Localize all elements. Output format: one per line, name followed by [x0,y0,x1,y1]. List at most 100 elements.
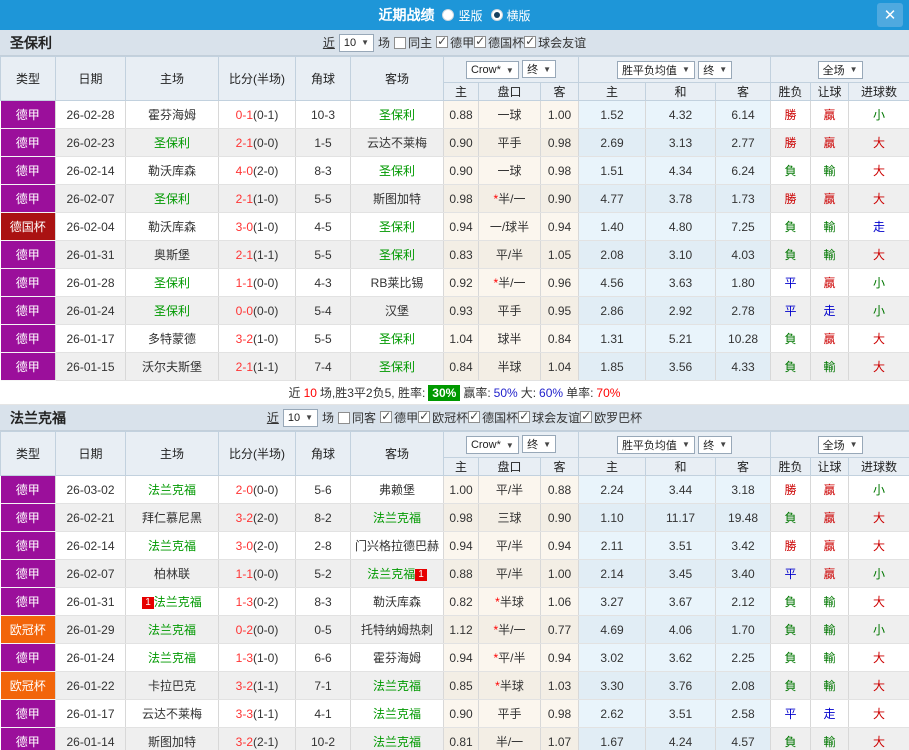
goals-result-cell: 大 [848,587,909,616]
league-filter[interactable]: 欧冠杯 [418,409,468,426]
avg-odds-select[interactable]: 胜平负均值 ▼ [616,435,695,454]
checkbox-checked-icon[interactable] [418,409,431,424]
handicap-line: 一球 [478,156,541,185]
league-filter[interactable]: 德国杯 [474,34,524,51]
avg-away-odds: 10.28 [715,324,772,353]
league-filter-label: 球会友谊 [538,35,587,50]
handicap-line: 平/半 [478,559,541,588]
checkbox-checked-icon[interactable] [468,409,481,424]
handicap-away-odds: 1.00 [540,559,580,588]
team-name: 法兰克福 [10,409,66,426]
odds-company-select[interactable]: Crow* ▼ [465,436,519,454]
league-badge-cell: 欧冠杯 [0,615,56,644]
avg-away-odds: 4.03 [715,240,772,269]
goals-result-cell: 走 [848,212,909,241]
col-score: 比分(半场) [218,56,296,101]
result-cell: 負 [770,352,812,381]
league-filter[interactable]: 德国杯 [468,409,518,426]
avg-draw-odds: 3.63 [645,268,717,297]
away-team: 汉堡 [350,296,444,325]
away-team: 法兰克福 1 [350,559,444,588]
radio-selected-icon[interactable] [490,9,503,21]
handicap-line: *半/一 [478,615,541,644]
layout-radio-vertical[interactable]: 竖版 [442,7,483,24]
avg-odds-select[interactable]: 胜平负均值 ▼ [616,60,695,79]
handicap-away-odds: 0.94 [540,531,580,560]
avg-home-odds: 4.77 [578,184,647,213]
home-team: 云达不莱梅 [125,699,219,728]
league-badge-cell: 德甲 [0,268,56,297]
league-filter-label: 德国杯 [482,410,519,425]
col-goals: 进球数 [848,82,909,101]
handicap-home-odds: 0.92 [443,268,479,297]
avg-stage-select[interactable]: 终 ▼ [698,60,733,79]
handicap-line: 三球 [478,503,541,532]
chevron-down-icon: ▼ [305,413,314,422]
odds-stage-select[interactable]: 终 ▼ [522,60,557,78]
avg-home-odds: 3.27 [578,587,647,616]
checkbox-icon[interactable] [338,411,351,424]
handicap-home-odds: 0.94 [443,643,479,672]
games-count-select[interactable]: 10 ▼ [282,408,319,427]
avg-home-odds: 2.62 [578,699,647,728]
checkbox-checked-icon[interactable] [518,409,531,424]
col-odds-away: 客 [539,82,580,101]
home-team: 多特蒙德 [125,324,219,353]
home-team: 圣保利 [125,184,219,213]
match-date: 26-01-29 [55,615,126,644]
games-count-select[interactable]: 10 ▼ [338,33,375,52]
avg-away-odds: 7.25 [715,212,772,241]
chevron-down-icon: ▼ [681,65,690,74]
close-icon[interactable]: ✕ [877,3,903,27]
scope-select[interactable]: 全场 ▼ [817,60,863,79]
league-filter[interactable]: 德甲 [380,409,418,426]
checkbox-checked-icon[interactable] [474,34,487,49]
goals-result-cell: 大 [848,727,909,750]
checkbox-checked-icon[interactable] [524,34,537,49]
match-date: 26-01-17 [55,699,126,728]
home-team: 圣保利 [125,268,219,297]
league-filter-label: 德甲 [450,35,475,50]
layout-radio-horizontal[interactable]: 横版 [490,7,531,24]
avg-stage-select[interactable]: 终 ▼ [698,435,733,454]
result-cell: 勝 [770,475,812,504]
chevron-down-icon: ▼ [505,65,514,75]
avg-away-odds: 2.77 [715,128,772,157]
odds-company-group: Crow* ▼ 终 ▼ [442,56,580,83]
checkbox-checked-icon[interactable] [436,34,449,49]
same-venue-filter[interactable]: 同主 [394,34,432,51]
score-cell: 2-1(1-0) [218,184,296,213]
handicap-home-odds: 1.04 [443,324,479,353]
checkbox-icon[interactable] [394,36,407,49]
league-filter[interactable]: 球会友谊 [524,34,586,51]
handicap-line: 平/半 [478,240,541,269]
odds-company-select[interactable]: Crow* ▼ [465,61,519,79]
avg-away-odds: 4.57 [715,727,772,750]
handicap-away-odds: 0.98 [540,699,580,728]
radio-icon[interactable] [442,9,455,21]
match-date: 26-03-02 [55,475,126,504]
match-date: 26-01-24 [55,296,126,325]
checkbox-checked-icon[interactable] [580,409,593,424]
handicap-home-odds: 0.82 [443,587,479,616]
avg-home-odds: 4.69 [578,615,647,644]
checkbox-checked-icon[interactable] [380,409,393,424]
goals-result-cell: 小 [848,100,909,129]
col-avg-draw: 和 [645,82,717,101]
match-date: 26-02-14 [55,156,126,185]
avg-draw-odds: 3.76 [645,671,717,700]
handicap-home-odds: 0.83 [443,240,479,269]
league-filter[interactable]: 德甲 [436,34,474,51]
league-filter-list: 德甲欧冠杯德国杯球会友谊欧罗巴杯 [380,409,642,427]
chevron-down-icon: ▼ [719,65,728,74]
chevron-down-icon: ▼ [543,64,552,74]
odds-stage-select[interactable]: 终 ▼ [522,435,557,453]
league-filter[interactable]: 欧罗巴杯 [580,409,642,426]
scope-select[interactable]: 全场 ▼ [817,435,863,454]
home-team: 拜仁慕尼黑 [125,503,219,532]
handicap-home-odds: 0.85 [443,671,479,700]
handicap-result-cell: 輸 [810,240,850,269]
same-venue-filter[interactable]: 同客 [338,409,376,426]
corner-cell: 4-1 [295,699,351,728]
league-filter[interactable]: 球会友谊 [518,409,580,426]
